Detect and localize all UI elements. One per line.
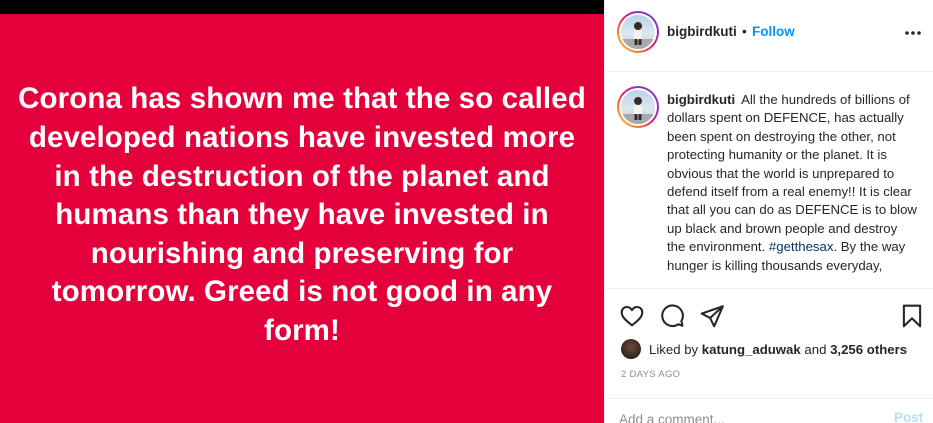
caption-hashtag[interactable]: #getthesax: [769, 239, 834, 254]
caption-text: All the hundreds of billions of dollars …: [667, 92, 917, 255]
liker-avatar[interactable]: [621, 339, 641, 359]
likes-count[interactable]: 3,256 others: [830, 342, 907, 357]
post-image: Corona has shown me that the so called d…: [0, 14, 604, 423]
heart-icon[interactable]: [619, 303, 645, 329]
post-comment-button[interactable]: Post: [894, 410, 923, 423]
liker-username[interactable]: katung_aduwak: [702, 342, 801, 357]
header-separator: •: [742, 24, 747, 39]
more-horizontal-icon[interactable]: [903, 23, 923, 43]
top-black-bar: [0, 0, 604, 14]
comment-icon[interactable]: [659, 303, 685, 329]
author-avatar[interactable]: [617, 11, 659, 53]
comment-bar: Post: [605, 398, 933, 423]
bookmark-icon[interactable]: [899, 303, 925, 329]
post-side-panel: bigbirdkuti • Follow bigbirdkuti All the…: [604, 0, 933, 423]
post-timestamp[interactable]: 2 DAYS AGO: [621, 369, 680, 380]
follow-button[interactable]: Follow: [752, 24, 795, 39]
likes-prefix: Liked by: [649, 341, 699, 357]
author-username[interactable]: bigbirdkuti: [667, 24, 737, 39]
post-caption: bigbirdkuti All the hundreds of billions…: [667, 91, 917, 287]
caption-username[interactable]: bigbirdkuti: [667, 92, 735, 107]
likes-summary: Liked by katung_aduwak and 3,256 others: [621, 338, 907, 360]
post-image-text: Corona has shown me that the so called d…: [18, 82, 586, 347]
caption-avatar[interactable]: [617, 86, 659, 128]
post-header: bigbirdkuti • Follow: [605, 0, 933, 72]
paper-plane-icon[interactable]: [699, 303, 725, 329]
action-bar: [605, 288, 933, 334]
comment-input[interactable]: [619, 409, 869, 423]
likes-joiner: and: [804, 341, 827, 357]
